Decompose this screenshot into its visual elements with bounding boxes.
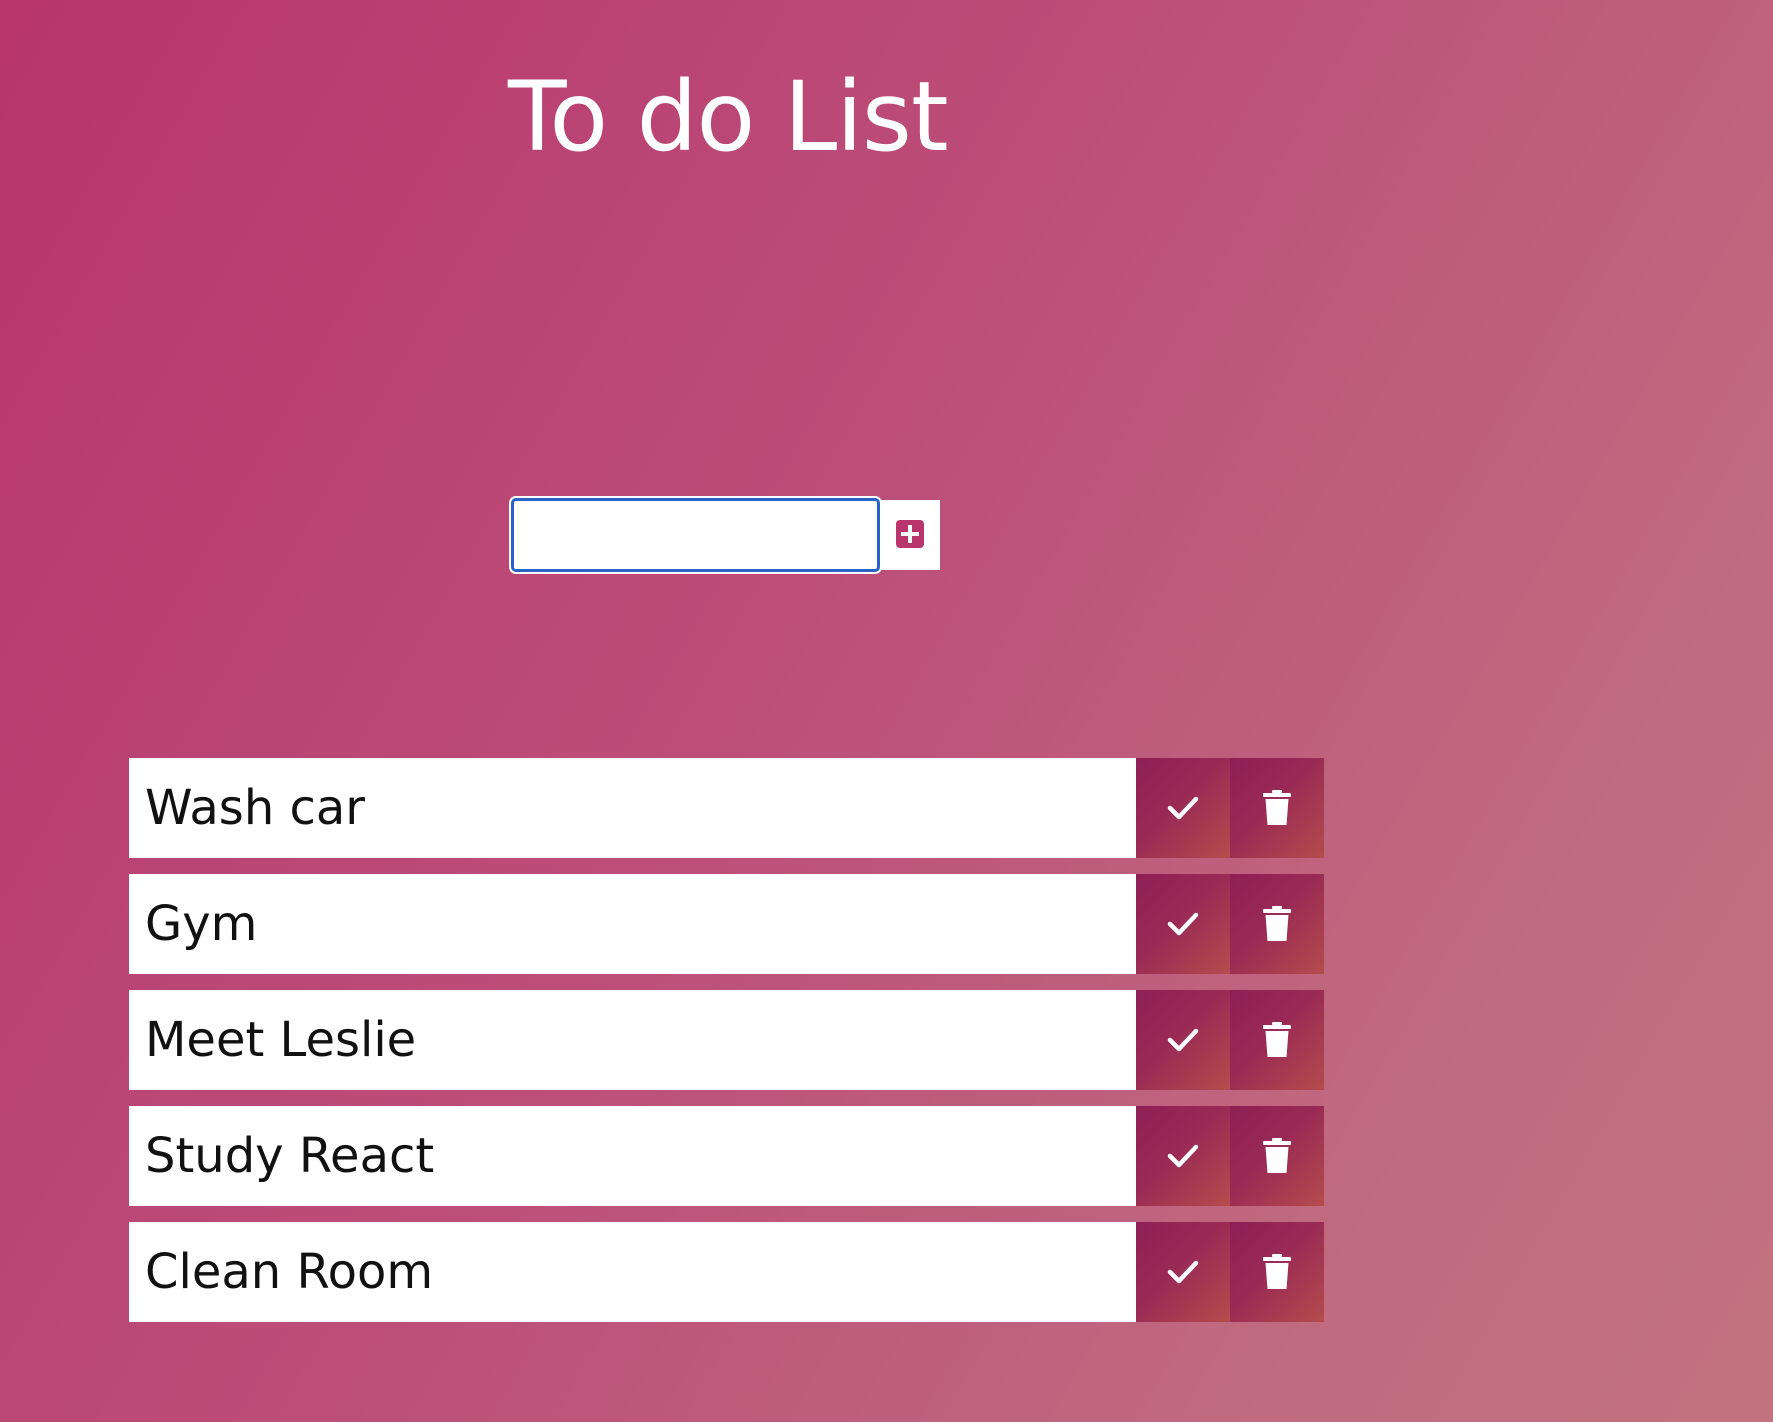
check-icon <box>1167 795 1199 821</box>
check-icon <box>1167 1143 1199 1169</box>
todo-item: Wash car <box>129 758 1325 858</box>
todo-item-text: Wash car <box>129 758 1136 858</box>
delete-button[interactable] <box>1230 990 1324 1090</box>
todo-item: Gym <box>129 874 1325 974</box>
trash-icon <box>1263 1022 1291 1058</box>
complete-button[interactable] <box>1136 1106 1230 1206</box>
page-title: To do List <box>508 61 949 173</box>
complete-button[interactable] <box>1136 990 1230 1090</box>
plus-square-icon <box>896 519 924 551</box>
delete-button[interactable] <box>1230 1106 1324 1206</box>
add-todo-button[interactable] <box>880 500 940 570</box>
check-icon <box>1167 911 1199 937</box>
todo-item-text: Clean Room <box>129 1222 1136 1322</box>
check-icon <box>1167 1027 1199 1053</box>
trash-icon <box>1263 906 1291 942</box>
complete-button[interactable] <box>1136 1222 1230 1322</box>
delete-button[interactable] <box>1230 874 1324 974</box>
todo-item-text: Study React <box>129 1106 1136 1206</box>
check-icon <box>1167 1259 1199 1285</box>
todo-item-text: Meet Leslie <box>129 990 1136 1090</box>
todo-input[interactable] <box>511 498 880 572</box>
todo-item: Meet Leslie <box>129 990 1325 1090</box>
trash-icon <box>1263 1138 1291 1174</box>
trash-icon <box>1263 790 1291 826</box>
add-todo-form <box>511 498 940 572</box>
complete-button[interactable] <box>1136 874 1230 974</box>
todo-item-text: Gym <box>129 874 1136 974</box>
todo-item: Clean Room <box>129 1222 1325 1322</box>
delete-button[interactable] <box>1230 758 1324 858</box>
todo-item: Study React <box>129 1106 1325 1206</box>
todo-list: Wash car Gym Meet Leslie Study React Cle… <box>129 758 1325 1338</box>
trash-icon <box>1263 1254 1291 1290</box>
complete-button[interactable] <box>1136 758 1230 858</box>
delete-button[interactable] <box>1230 1222 1324 1322</box>
